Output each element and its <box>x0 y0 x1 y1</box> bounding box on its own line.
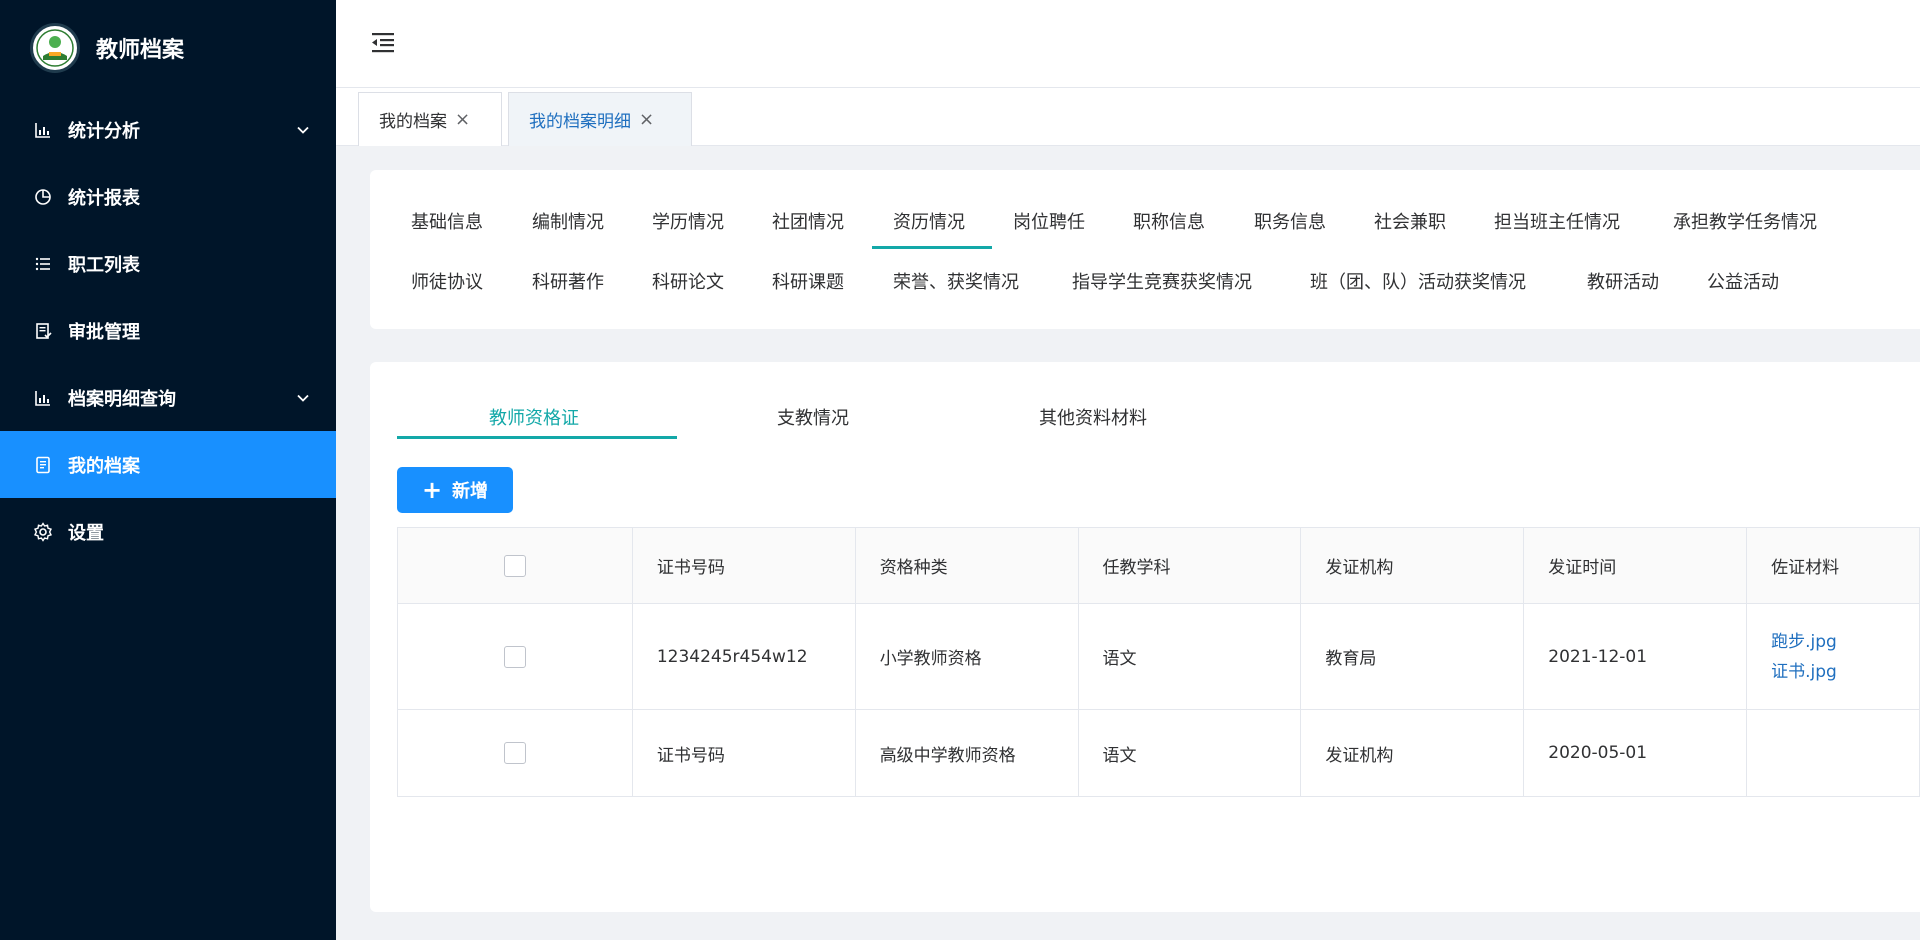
sidebar-item-archive-query[interactable]: 档案明细查询 <box>0 364 336 431</box>
menu-fold-icon[interactable] <box>370 30 398 56</box>
category-public-welfare[interactable]: 公益活动 <box>1707 268 1779 294</box>
cell-date: 2020-05-01 <box>1524 710 1748 797</box>
sidebar-item-label: 统计分析 <box>68 120 140 142</box>
category-mentorship[interactable]: 师徒协议 <box>411 268 483 294</box>
school-emblem-icon <box>30 23 80 73</box>
file-link[interactable]: 跑步.jpg <box>1771 627 1837 657</box>
add-button-label: 新增 <box>452 481 489 502</box>
list-icon <box>32 253 54 275</box>
category-class-activity[interactable]: 班（团、队）活动获奖情况 <box>1310 268 1526 294</box>
cell-files: 跑步.jpg 证书.jpg <box>1747 604 1920 710</box>
add-button[interactable]: + 新增 <box>397 467 513 513</box>
category-head-teacher[interactable]: 担当班主任情况 <box>1494 208 1620 234</box>
category-education[interactable]: 学历情况 <box>652 208 724 234</box>
category-association[interactable]: 社团情况 <box>772 208 844 234</box>
certificate-table: 证书号码 资格种类 任教学科 发证机构 发证时间 佐证材料 1234245r45… <box>397 527 1920 797</box>
table-row: 1234245r454w12 小学教师资格 语文 教育局 2021-12-01 … <box>398 604 1920 710</box>
cell-date: 2021-12-01 <box>1524 604 1748 710</box>
cell-type: 小学教师资格 <box>855 604 1079 710</box>
subtab-other-materials[interactable]: 其他资料材料 <box>1039 404 1147 430</box>
sidebar-item-label: 职工列表 <box>68 254 140 276</box>
row-checkbox[interactable] <box>503 742 526 764</box>
category-research-papers[interactable]: 科研论文 <box>652 268 724 294</box>
sidebar: 教师档案 统计分析 统计报表 职工列表 审批管理 档案明细查询 我的档案 设置 <box>0 0 336 940</box>
column-header: 资格种类 <box>855 528 1079 604</box>
bar-chart-icon <box>32 119 54 141</box>
category-active-indicator <box>872 246 992 249</box>
sidebar-item-approval[interactable]: 审批管理 <box>0 297 336 364</box>
select-all-checkbox[interactable] <box>503 554 526 577</box>
sidebar-item-statistics-report[interactable]: 统计报表 <box>0 163 336 230</box>
page-tab-label: 我的档案 <box>379 112 447 132</box>
cell-subject: 语文 <box>1078 710 1302 797</box>
cell-type: 高级中学教师资格 <box>855 710 1079 797</box>
table-header-row: 证书号码 资格种类 任教学科 发证机构 发证时间 佐证材料 <box>398 528 1920 604</box>
row-checkbox[interactable] <box>503 645 526 668</box>
category-post-appointment[interactable]: 岗位聘任 <box>1013 208 1085 234</box>
app-title: 教师档案 <box>96 38 185 63</box>
sub-tab-bar: 教师资格证 支教情况 其他资料材料 <box>397 390 1920 440</box>
page-tab-my-archive[interactable]: 我的档案 × <box>358 92 502 146</box>
approval-icon <box>32 320 54 342</box>
chevron-down-icon <box>296 119 310 140</box>
sidebar-item-label: 审批管理 <box>68 321 140 343</box>
category-honors[interactable]: 荣誉、获奖情况 <box>893 268 1019 294</box>
category-basic-info[interactable]: 基础信息 <box>411 208 483 234</box>
cell-cert-no: 证书号码 <box>632 710 856 797</box>
sidebar-item-statistics-analysis[interactable]: 统计分析 <box>0 96 336 163</box>
column-header: 发证机构 <box>1301 528 1525 604</box>
page-tab-my-archive-detail[interactable]: 我的档案明细 × <box>508 92 692 146</box>
sidebar-menu: 统计分析 统计报表 职工列表 审批管理 档案明细查询 我的档案 设置 <box>0 96 336 565</box>
category-part-time[interactable]: 社会兼职 <box>1374 208 1446 234</box>
sidebar-item-label: 统计报表 <box>68 187 140 209</box>
file-link[interactable]: 证书.jpg <box>1771 657 1837 687</box>
column-header: 发证时间 <box>1524 528 1748 604</box>
subtab-support-teaching[interactable]: 支教情况 <box>777 404 849 430</box>
category-duty-info[interactable]: 职务信息 <box>1254 208 1326 234</box>
header-select-cell <box>398 528 633 604</box>
subtab-teacher-certificate[interactable]: 教师资格证 <box>489 404 579 430</box>
column-header: 证书号码 <box>632 528 856 604</box>
gear-icon <box>32 521 54 543</box>
close-icon[interactable]: × <box>455 109 470 130</box>
category-research-works[interactable]: 科研著作 <box>532 268 604 294</box>
sidebar-item-label: 设置 <box>68 522 104 544</box>
pie-chart-icon <box>32 186 54 208</box>
page-tab-bar: 我的档案 × 我的档案明细 × <box>336 88 1920 146</box>
cell-issuer: 发证机构 <box>1301 710 1525 797</box>
plus-icon: + <box>421 476 443 504</box>
cell-issuer: 教育局 <box>1301 604 1525 710</box>
category-student-competition[interactable]: 指导学生竞赛获奖情况 <box>1072 268 1252 294</box>
top-header <box>336 0 1920 88</box>
column-header: 任教学科 <box>1078 528 1302 604</box>
cell-files <box>1747 710 1920 797</box>
sidebar-item-staff-list[interactable]: 职工列表 <box>0 230 336 297</box>
category-qualification[interactable]: 资历情况 <box>893 208 965 234</box>
row-select-cell <box>398 710 633 797</box>
cell-subject: 语文 <box>1078 604 1302 710</box>
column-header: 佐证材料 <box>1747 528 1920 604</box>
close-icon[interactable]: × <box>639 109 654 130</box>
category-research-projects[interactable]: 科研课题 <box>772 268 844 294</box>
page-tab-label: 我的档案明细 <box>529 112 631 132</box>
sidebar-item-settings[interactable]: 设置 <box>0 498 336 565</box>
document-icon <box>32 454 54 476</box>
category-title-info[interactable]: 职称信息 <box>1133 208 1205 234</box>
sidebar-item-label: 我的档案 <box>68 455 140 477</box>
cell-cert-no: 1234245r454w12 <box>632 604 856 710</box>
subtab-active-indicator <box>397 436 677 439</box>
category-teaching-research[interactable]: 教研活动 <box>1587 268 1659 294</box>
category-card <box>370 170 1920 329</box>
sidebar-item-label: 档案明细查询 <box>68 388 176 410</box>
table-row: 证书号码 高级中学教师资格 语文 发证机构 2020-05-01 <box>398 710 1920 797</box>
sidebar-item-my-archive[interactable]: 我的档案 <box>0 431 336 498</box>
app-logo[interactable]: 教师档案 <box>0 0 336 96</box>
category-staffing[interactable]: 编制情况 <box>532 208 604 234</box>
category-teaching-task[interactable]: 承担教学任务情况 <box>1673 208 1817 234</box>
bar-chart-icon <box>32 387 54 409</box>
chevron-down-icon <box>296 387 310 408</box>
row-select-cell <box>398 604 633 710</box>
